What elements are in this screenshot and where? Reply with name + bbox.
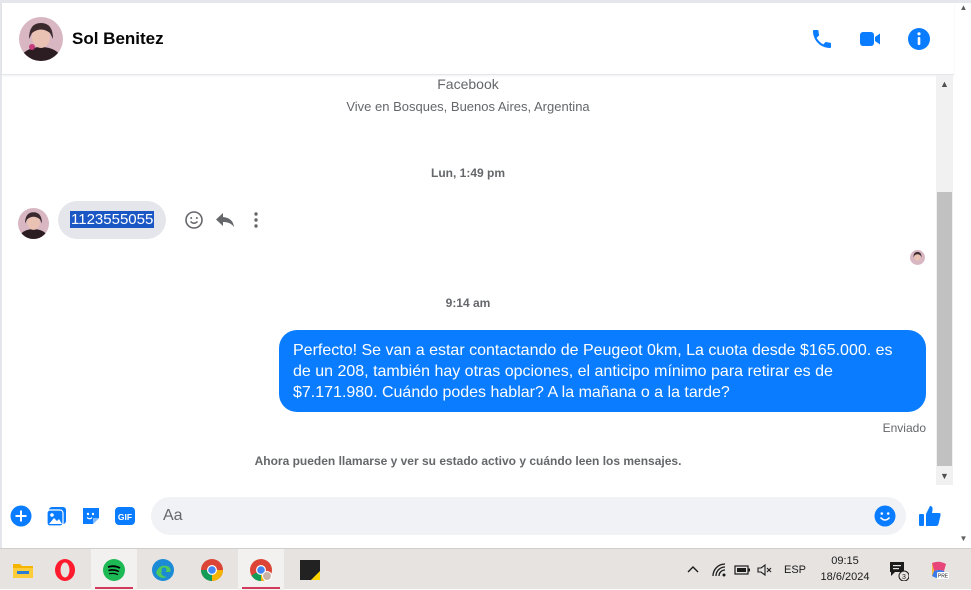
gif-icon[interactable]: GIF xyxy=(114,505,136,527)
react-emoji-icon[interactable] xyxy=(183,209,205,231)
opera-browser-icon[interactable] xyxy=(42,549,88,590)
profile-source-label: Facebook xyxy=(437,76,499,92)
chat-notice: Ahora pueden llamarse y ver su estado ac… xyxy=(254,454,682,468)
chrome-profile-icon[interactable] xyxy=(238,549,284,590)
outgoing-message-bubble[interactable]: Perfecto! Se van a estar contactando de … xyxy=(279,330,926,412)
system-clock[interactable]: 09:15 18/6/2024 xyxy=(814,553,876,585)
spotify-icon[interactable] xyxy=(91,549,137,590)
message-timestamp: Lun, 1:49 pm xyxy=(430,166,505,180)
sticky-notes-icon[interactable] xyxy=(287,549,333,590)
more-actions-plus-icon[interactable] xyxy=(10,505,32,527)
show-hidden-icons-chevron-icon[interactable] xyxy=(682,549,704,590)
reply-icon[interactable] xyxy=(214,209,236,231)
sender-avatar[interactable] xyxy=(18,208,49,239)
chrome-browser-icon[interactable] xyxy=(189,549,235,590)
svg-text:GIF: GIF xyxy=(118,512,132,522)
svg-text:PRE: PRE xyxy=(938,573,949,579)
message-composer[interactable] xyxy=(151,497,906,535)
windows-taskbar: ESP 09:15 18/6/2024 3 PRE xyxy=(0,548,971,590)
message-input[interactable] xyxy=(163,497,863,535)
sticker-icon[interactable] xyxy=(80,505,102,527)
more-options-icon[interactable] xyxy=(245,209,267,231)
input-language[interactable]: ESP xyxy=(780,549,810,590)
incoming-message-bubble[interactable]: 1123555055 xyxy=(58,201,167,239)
file-explorer-icon[interactable] xyxy=(0,549,46,590)
notifications-icon[interactable]: 3 xyxy=(884,549,912,590)
chat-header: Sol Benitez xyxy=(2,3,954,75)
page-scroll-up-icon[interactable]: ▲ xyxy=(956,3,971,13)
contact-avatar[interactable] xyxy=(19,17,63,61)
phone-icon[interactable] xyxy=(810,27,834,51)
volume-muted-icon[interactable] xyxy=(754,549,776,590)
battery-icon[interactable] xyxy=(731,549,753,590)
copilot-pre-icon[interactable]: PRE xyxy=(924,549,954,590)
emoji-picker-icon[interactable] xyxy=(874,505,896,527)
message-timestamp: 9:14 am xyxy=(445,296,491,310)
messenger-window: Sol Benitez Facebook Vive en Bosques, Bu… xyxy=(0,0,971,548)
video-camera-icon[interactable] xyxy=(858,27,882,51)
photo-gallery-icon[interactable] xyxy=(46,505,68,527)
scroll-down-arrow-icon[interactable]: ▼ xyxy=(936,469,953,483)
messages-scrollbar[interactable]: ▲ ▼ xyxy=(936,75,953,485)
clock-time: 09:15 xyxy=(831,555,859,567)
profile-location: Vive en Bosques, Buenos Aires, Argentina xyxy=(346,99,590,114)
scroll-thumb[interactable] xyxy=(937,192,952,466)
contact-name[interactable]: Sol Benitez xyxy=(72,29,164,49)
scroll-up-arrow-icon[interactable]: ▲ xyxy=(936,77,953,91)
thumbs-up-icon[interactable] xyxy=(917,503,943,529)
message-status: Enviado xyxy=(882,421,926,435)
seen-receipt-avatar xyxy=(910,250,925,265)
clock-date: 18/6/2024 xyxy=(820,571,870,583)
notification-count: 3 xyxy=(902,574,906,581)
page-scroll-down-icon[interactable]: ▼ xyxy=(956,534,971,544)
incoming-message-text[interactable]: 1123555055 xyxy=(70,211,155,228)
info-icon[interactable] xyxy=(907,27,931,51)
edge-browser-icon[interactable] xyxy=(140,549,186,590)
wifi-icon[interactable] xyxy=(708,549,730,590)
